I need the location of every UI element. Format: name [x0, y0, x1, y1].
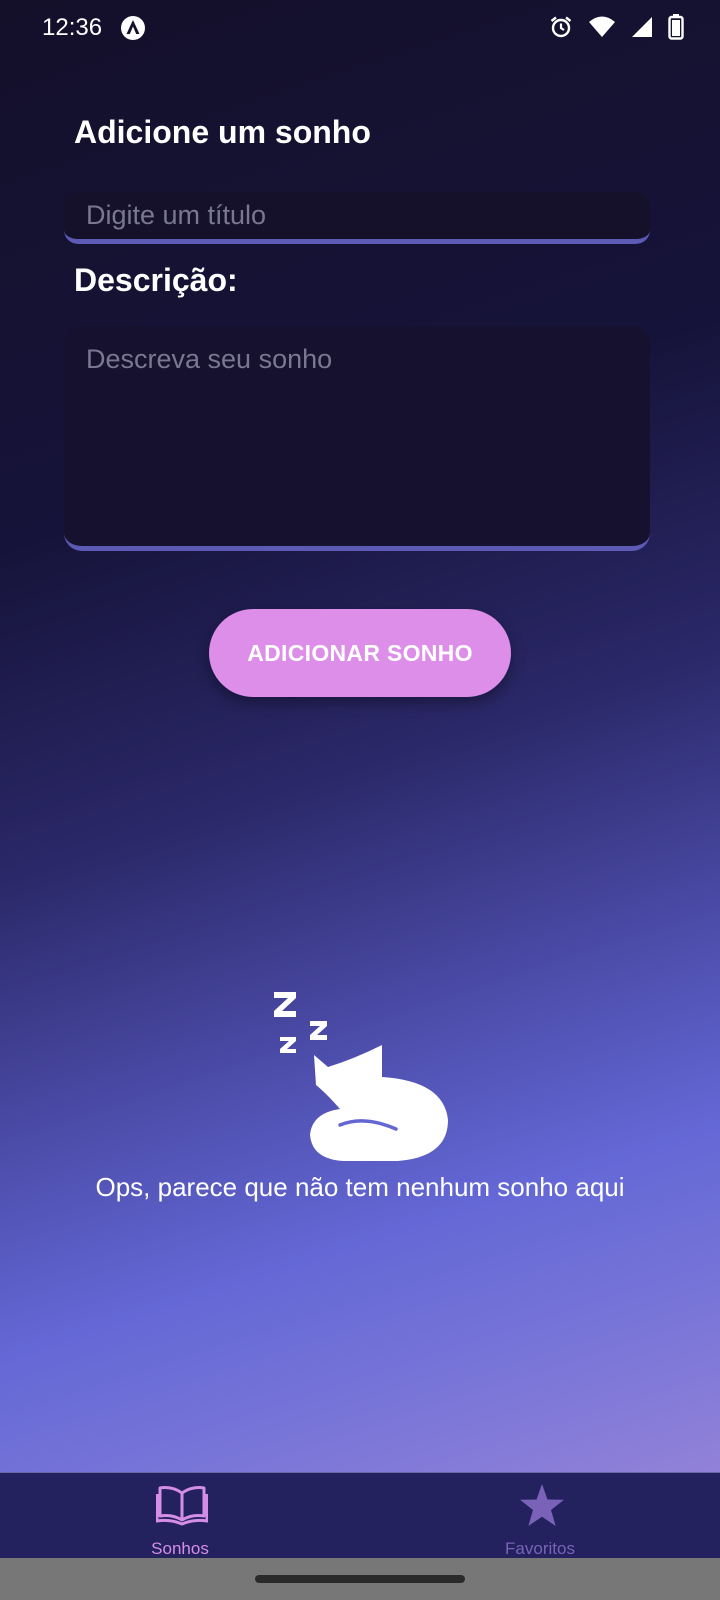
description-label: Descrição: [74, 262, 238, 298]
star-icon [520, 1484, 564, 1526]
nav-item-favoritos[interactable]: Favoritos [440, 1473, 640, 1559]
home-gesture-handle[interactable] [255, 1575, 465, 1583]
alarm-icon [550, 16, 572, 38]
book-icon [156, 1486, 208, 1526]
page-title: Adicione um sonho [74, 114, 371, 150]
empty-state-message: Ops, parece que não tem nenhum sonho aqu… [95, 1172, 625, 1202]
add-dream-button[interactable]: ADICIONAR SONHO [209, 609, 511, 697]
signal-icon [632, 17, 652, 37]
bottom-nav: Sonhos Favoritos [0, 1472, 720, 1559]
title-input[interactable] [64, 192, 650, 244]
nav-label-sonhos: Sonhos [151, 1539, 209, 1558]
description-input[interactable] [64, 326, 650, 551]
nav-label-favoritos: Favoritos [505, 1539, 575, 1558]
nav-item-sonhos[interactable]: Sonhos [80, 1473, 280, 1559]
wifi-icon [589, 16, 615, 37]
system-nav-bar [0, 1558, 720, 1600]
battery-icon [668, 14, 684, 40]
status-time: 12:36 [42, 14, 103, 41]
add-dream-form: Adicione um sonho Descrição: [64, 112, 654, 551]
status-bar: 12:36 [0, 0, 720, 56]
sleeping-cat-icon [274, 992, 448, 1161]
app-logo-icon [121, 16, 145, 40]
